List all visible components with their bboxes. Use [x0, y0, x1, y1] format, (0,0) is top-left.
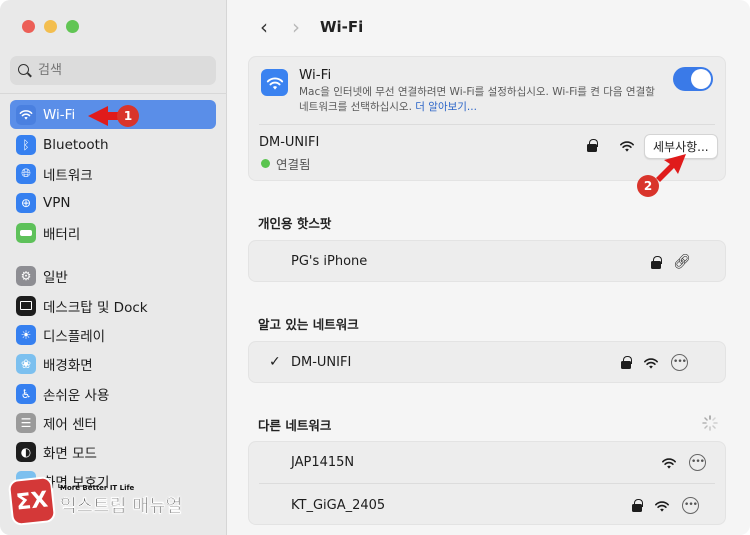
sidebar-item-label: 제어 센터 — [43, 416, 97, 433]
connection-status: 연결됨 — [261, 154, 311, 173]
loading-spinner-icon — [702, 415, 718, 431]
other-networks-heading: 다른 네트워크 — [258, 418, 332, 433]
annotation-badge-1: 1 — [117, 105, 139, 127]
sidebar: Wi-Fi ᛒ Bluetooth 🌐︎ 네트워크 ⊕ VPN 배터리 ⚙ 일반… — [0, 0, 227, 535]
control-center-icon: ☰ — [16, 412, 36, 433]
close-button[interactable] — [22, 20, 35, 33]
known-networks-list: ✓ DM-UNIFI ••• — [248, 341, 726, 383]
card-divider — [259, 124, 715, 125]
other-network-name[interactable]: KT_GiGA_2405 — [291, 498, 385, 513]
wifi-description: Mac을 인터넷에 무선 연결하려면 Wi-Fi를 설정하십시오. Wi-Fi를… — [299, 85, 659, 115]
sidebar-item-label: Bluetooth — [43, 136, 109, 153]
wifi-toggle[interactable] — [673, 67, 713, 91]
appearance-icon: ◐ — [16, 441, 36, 462]
sidebar-item-label: 배터리 — [43, 226, 81, 243]
sidebar-item-label: VPN — [43, 194, 71, 211]
minimize-button[interactable] — [44, 20, 57, 33]
hotspot-list: PG's iPhone 🔗︎ — [248, 240, 726, 282]
zoom-button[interactable] — [66, 20, 79, 33]
forward-button[interactable]: › — [280, 14, 312, 40]
search-icon — [18, 63, 32, 78]
watermark-tagline: More Better IT Life — [60, 484, 135, 492]
sidebar-item-display[interactable]: ☀ 디스플레이 — [10, 320, 216, 349]
sidebar-item-label: 일반 — [43, 269, 68, 286]
sidebar-item-control-center[interactable]: ☰ 제어 센터 — [10, 408, 216, 437]
current-network-name: DM-UNIFI — [259, 135, 320, 150]
watermark-logo: ΣX — [7, 475, 57, 527]
more-options-button[interactable]: ••• — [682, 497, 699, 514]
current-network-icons — [587, 139, 635, 152]
lock-icon — [651, 255, 662, 269]
sidebar-item-vpn[interactable]: ⊕ VPN — [10, 188, 216, 217]
watermark-title: 익스트림 매뉴얼 — [60, 496, 183, 517]
bluetooth-icon: ᛒ — [16, 134, 36, 155]
accessibility-icon: ♿︎ — [16, 383, 36, 404]
dock-icon — [16, 295, 36, 316]
sidebar-item-appearance[interactable]: ◐ 화면 모드 — [10, 437, 216, 466]
sidebar-item-label: 디스플레이 — [43, 328, 106, 345]
sidebar-item-label: 데스크탑 및 Dock — [43, 299, 148, 316]
checkmark-icon: ✓ — [269, 354, 281, 370]
sidebar-item-accessibility[interactable]: ♿︎ 손쉬운 사용 — [10, 379, 216, 408]
hotspot-heading: 개인용 핫스팟 — [258, 216, 332, 231]
other-network-icons: ••• — [661, 454, 706, 471]
row-divider — [259, 483, 715, 484]
wifi-description-text: Mac을 인터넷에 무선 연결하려면 Wi-Fi를 설정하십시오. Wi-Fi를… — [299, 86, 655, 113]
sidebar-item-general[interactable]: ⚙ 일반 — [10, 261, 216, 290]
connected-dot-icon — [261, 159, 270, 168]
sidebar-item-label: 화면 모드 — [43, 445, 97, 462]
wifi-icon — [261, 69, 288, 96]
sidebar-item-bluetooth[interactable]: ᛒ Bluetooth — [10, 130, 216, 159]
wifi-icon — [16, 104, 36, 125]
back-button[interactable]: ‹ — [248, 14, 280, 40]
hotspot-name[interactable]: PG's iPhone — [291, 254, 367, 269]
known-network-icons: ••• — [621, 354, 688, 371]
sidebar-item-battery[interactable]: 배터리 — [10, 218, 216, 247]
wifi-title: Wi-Fi — [299, 67, 332, 83]
sidebar-search[interactable] — [10, 56, 216, 85]
toolbar: ‹ › Wi-Fi — [248, 14, 363, 40]
annotation-badge-2: 2 — [637, 175, 659, 197]
more-options-button[interactable]: ••• — [671, 354, 688, 371]
lock-icon — [632, 499, 643, 512]
vpn-globe-icon: ⊕ — [16, 192, 36, 213]
link-icon: 🔗︎ — [673, 254, 691, 270]
sidebar-item-wallpaper[interactable]: ❀ 배경화면 — [10, 349, 216, 378]
sidebar-item-desktop-dock[interactable]: 데스크탑 및 Dock — [10, 291, 216, 320]
other-networks-list: JAP1415N ••• KT_GiGA_2405 ••• — [248, 441, 726, 525]
watermark: ΣX More Better IT Life 익스트림 매뉴얼 — [7, 475, 183, 527]
other-network-name[interactable]: JAP1415N — [291, 455, 354, 470]
window-controls — [22, 20, 79, 33]
system-settings-window: Wi-Fi ᛒ Bluetooth 🌐︎ 네트워크 ⊕ VPN 배터리 ⚙ 일반… — [0, 0, 750, 535]
known-network-name[interactable]: DM-UNIFI — [291, 355, 351, 370]
other-network-icons: ••• — [632, 497, 699, 514]
known-networks-heading: 알고 있는 네트워크 — [258, 317, 359, 332]
lock-icon — [587, 139, 598, 152]
wifi-signal-icon — [661, 457, 677, 469]
main-content: ‹ › Wi-Fi Wi-Fi Mac을 인터넷에 무선 연결하려면 Wi-Fi… — [228, 0, 750, 535]
sidebar-item-label: Wi-Fi — [43, 106, 76, 123]
learn-more-link[interactable]: 더 알아보기... — [415, 101, 477, 113]
battery-icon — [16, 222, 36, 243]
flower-icon: ❀ — [16, 353, 36, 374]
gear-icon: ⚙ — [16, 265, 36, 286]
hotspot-icons: 🔗︎ — [651, 254, 691, 270]
sidebar-item-label: 네트워크 — [43, 167, 93, 184]
sidebar-item-label: 손쉬운 사용 — [43, 387, 110, 404]
wifi-signal-icon — [654, 500, 670, 512]
more-options-button[interactable]: ••• — [689, 454, 706, 471]
wifi-signal-icon — [619, 140, 635, 152]
lock-icon — [621, 356, 632, 369]
page-title: Wi-Fi — [320, 18, 364, 36]
sidebar-divider — [0, 93, 227, 94]
search-input[interactable] — [38, 63, 198, 78]
globe-icon: 🌐︎ — [16, 163, 36, 184]
wifi-signal-icon — [643, 357, 659, 369]
sidebar-item-network[interactable]: 🌐︎ 네트워크 — [10, 159, 216, 188]
sidebar-item-label: 배경화면 — [43, 357, 93, 374]
connection-status-text: 연결됨 — [276, 157, 311, 172]
sun-icon: ☀ — [16, 324, 36, 345]
